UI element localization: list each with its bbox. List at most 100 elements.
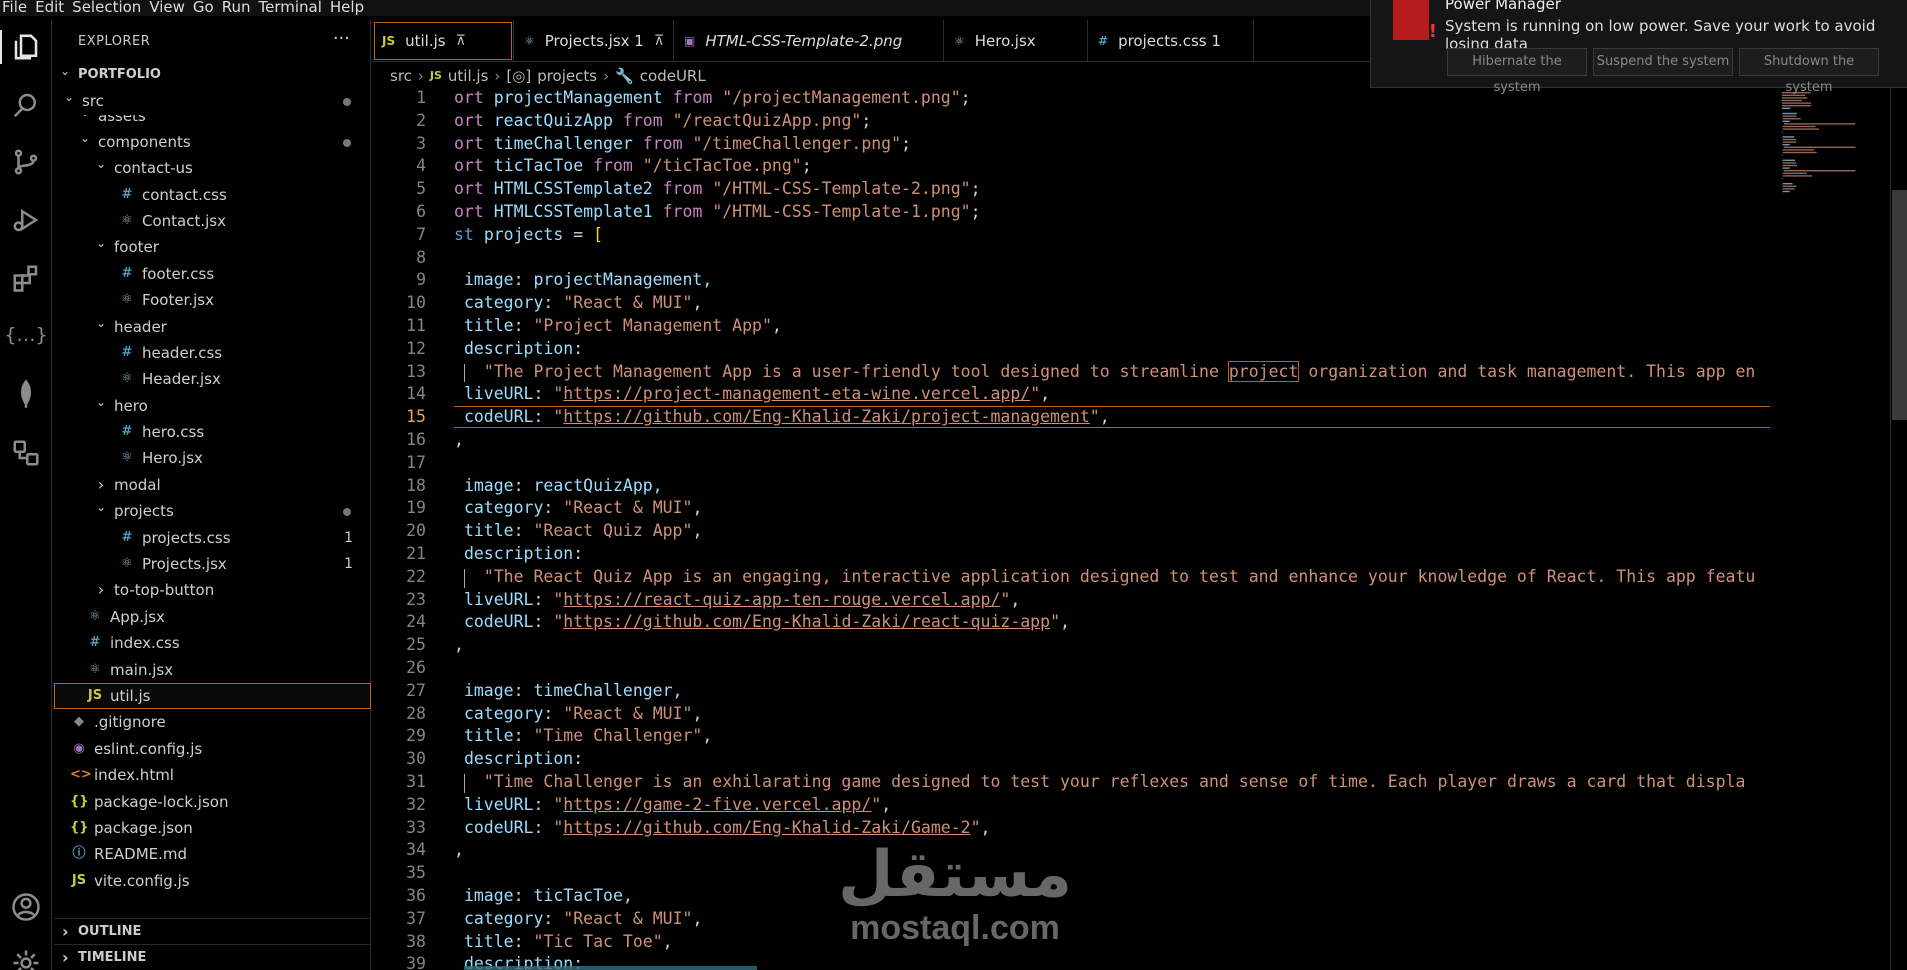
folder-src[interactable]: ⌄ src — [54, 88, 371, 114]
minimap[interactable] — [1780, 88, 1890, 228]
scrollbar-thumb[interactable] — [1892, 190, 1907, 420]
tree-item-label: header — [114, 317, 167, 336]
tree-item-label: Projects.jsx — [142, 555, 227, 574]
folder-projects[interactable]: ⌄ projects — [54, 498, 371, 524]
code-line: ort HTMLCSSTemplate2 from "/HTML-CSS-Tem… — [454, 179, 981, 199]
chevron-down-icon: ⌄ — [95, 394, 107, 409]
tab-util-js[interactable]: JS util.js ⊼ — [372, 20, 514, 62]
pin-icon[interactable]: ⊼ — [654, 33, 664, 49]
panel-timeline[interactable]: TIMELINE — [54, 944, 371, 970]
css-file-icon: # — [121, 344, 133, 360]
panel-outline[interactable]: OUTLINE — [54, 918, 371, 945]
breadcrumb-src[interactable]: src — [390, 64, 412, 88]
react-file-icon: ⚛ — [89, 608, 101, 624]
code-line: codeURL: "https://github.com/Eng-Khalid-… — [463, 817, 991, 837]
line-number: 20 — [406, 521, 426, 541]
minimap-line — [1782, 149, 1814, 151]
tab-projects-jsx-1[interactable]: ⚛ Projects.jsx 1 ⊼ — [514, 20, 674, 62]
file-app-jsx[interactable]: ⚛ App.jsx — [54, 604, 371, 630]
file-index-html[interactable]: <> index.html — [54, 762, 371, 788]
folder-contact-us[interactable]: ⌄ contact-us — [54, 155, 371, 181]
tree-item-label: components — [98, 132, 191, 151]
code-line: ort ticTacToe from "/ticTacToe.png"; — [454, 156, 812, 176]
tree-item-label: Footer.jsx — [142, 291, 214, 310]
file-projects-jsx[interactable]: ⚛ Projects.jsx 1 — [54, 551, 371, 577]
react-file-icon: ⚛ — [121, 556, 133, 572]
problem-count: 1 — [344, 529, 353, 546]
code-line: title: "React Quiz App", — [463, 521, 703, 541]
line-number: 10 — [406, 293, 426, 313]
json-file-icon: {} — [70, 793, 89, 809]
folder-assets[interactable]: ⌄assets — [54, 115, 371, 129]
menu-file[interactable]: File — [0, 0, 33, 16]
chevron-down-icon: ⌄ — [95, 236, 107, 251]
menu-view[interactable]: View — [147, 0, 191, 16]
settings-gear-icon[interactable] — [9, 946, 43, 970]
file-readme-md[interactable]: ⓘ README.md — [54, 841, 371, 867]
pin-icon[interactable]: ⊼ — [456, 33, 466, 49]
tab-projects-css-1[interactable]: # projects.css 1 — [1088, 20, 1254, 62]
folder-hero[interactable]: ⌄ hero — [54, 393, 371, 419]
search-icon[interactable] — [9, 88, 43, 122]
breadcrumb-file[interactable]: util.js — [448, 64, 488, 88]
file-package-lock-json[interactable]: {} package-lock.json — [54, 789, 371, 815]
hibernate-button[interactable]: Hibernate the system — [1447, 48, 1587, 95]
tab-html-css-template-2-png[interactable]: ▣ HTML-CSS-Template-2.png — [674, 20, 944, 62]
tree-item-label: .gitignore — [94, 713, 166, 732]
more-actions-icon[interactable]: ··· — [333, 28, 350, 49]
code-line: ort HTMLCSSTemplate1 from "/HTML-CSS-Tem… — [454, 202, 981, 221]
tree-item-label: modal — [114, 475, 161, 494]
breadcrumb-symbol[interactable]: projects — [537, 64, 597, 88]
menu-go[interactable]: Go — [191, 0, 220, 16]
file-projects-css[interactable]: # projects.css 1 — [54, 525, 371, 551]
file-contact-css[interactable]: # contact.css — [54, 182, 371, 208]
file-package-json[interactable]: {} package.json — [54, 815, 371, 841]
tree-item-label: eslint.config.js — [94, 739, 203, 758]
chevron-down-icon: ⌄ — [95, 500, 107, 515]
menu-terminal[interactable]: Terminal — [257, 0, 328, 16]
explorer-sidebar: EXPLORER ··· ⌄PORTFOLIO⌄src⌄assets⌄compo… — [54, 20, 371, 970]
source-control-icon[interactable] — [9, 145, 43, 179]
folder-footer[interactable]: ⌄ footer — [54, 234, 371, 260]
file-footer-css[interactable]: # footer.css — [54, 261, 371, 287]
shutdown-button[interactable]: Shutdown the system — [1739, 48, 1879, 95]
line-number: 38 — [406, 931, 426, 951]
tree-item-label: Header.jsx — [142, 370, 221, 389]
minimap-line — [1782, 172, 1807, 174]
file-gitignore[interactable]: ◆ .gitignore — [54, 709, 371, 735]
suspend-button[interactable]: Suspend the system — [1593, 48, 1733, 76]
menu-run[interactable]: Run — [220, 0, 257, 16]
extensions-icon[interactable] — [9, 261, 43, 295]
info-file-icon: ⓘ — [72, 846, 86, 862]
file-util-js[interactable]: JS util.js — [54, 682, 371, 710]
file-vite-config-js[interactable]: JS vite.config.js — [54, 868, 371, 894]
mongodb-leaf-icon[interactable] — [9, 377, 43, 411]
react-file-icon: ⚛ — [121, 371, 133, 387]
account-icon[interactable] — [9, 890, 43, 924]
code-line: title: "Time Challenger", — [463, 726, 713, 746]
files-icon[interactable] — [0, 30, 43, 64]
file-eslint-config-js[interactable]: ◉ eslint.config.js — [54, 736, 371, 762]
folder-header[interactable]: ⌄ header — [54, 314, 371, 340]
file-hero-css[interactable]: # hero.css — [54, 419, 371, 445]
menu-selection[interactable]: Selection — [70, 0, 147, 16]
menu-edit[interactable]: Edit — [33, 0, 70, 16]
folder-to-top-button[interactable]: › to-top-button — [54, 577, 371, 603]
menu-help[interactable]: Help — [328, 0, 370, 16]
file-header-css[interactable]: # header.css — [54, 340, 371, 366]
remote-explorer-icon[interactable] — [9, 436, 43, 470]
chevron-right-icon: › — [603, 67, 610, 85]
line-number: 31 — [406, 772, 426, 791]
code-line: codeURL: "https://github.com/Eng-Khalid-… — [463, 407, 1110, 427]
breadcrumb-property[interactable]: codeURL — [640, 64, 706, 88]
file-hero-jsx[interactable]: ⚛ Hero.jsx — [54, 445, 371, 471]
folder-portfolio[interactable]: ⌄ PORTFOLIO — [54, 62, 371, 88]
code-editor[interactable]: 1 ort projectManagement from "/projectMan… — [372, 88, 1772, 970]
file-index-css[interactable]: # index.css — [54, 630, 371, 656]
file-main-jsx[interactable]: ⚛ main.jsx — [54, 657, 371, 683]
run-debug-icon[interactable] — [9, 203, 43, 237]
tab-hero-jsx[interactable]: ⚛ Hero.jsx — [944, 20, 1088, 62]
css-file-icon: # — [121, 529, 133, 545]
code-line: title: "Tic Tac Toe", — [463, 931, 673, 951]
json-icon[interactable]: {…} — [4, 318, 47, 352]
